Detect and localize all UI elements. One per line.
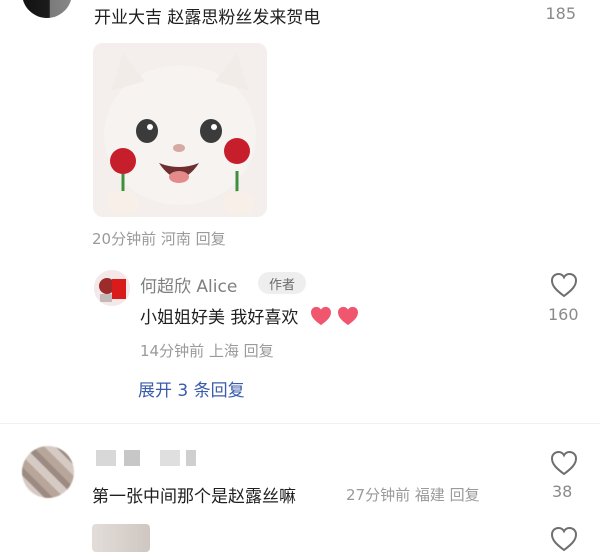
comment-text: 开业大吉 赵露思粉丝发来贺电 [94,8,321,28]
expand-replies-link[interactable]: 展开 3 条回复 [138,376,245,401]
reply-text-body: 小姐姐好美 我好喜欢 [140,308,299,328]
divider [0,423,600,424]
reply-text: 小姐姐好美 我好喜欢 [140,303,359,331]
commenter-avatar[interactable] [22,0,72,18]
commenter-avatar[interactable] [92,524,150,552]
like-heart-icon[interactable] [550,272,578,298]
comment-meta: 20分钟前 河南 回复 [92,230,226,248]
like-count: 160 [548,305,579,324]
heart-emoji-icon [310,306,332,331]
commenter-avatar[interactable] [22,446,74,498]
reply-author-name[interactable]: 何超欣 Alice [140,272,237,297]
like-heart-icon[interactable] [550,526,578,552]
like-count: 38 [552,482,573,501]
like-heart-icon[interactable] [550,450,578,476]
commenter-name-redacted[interactable] [96,450,196,466]
author-badge: 作者 [258,272,306,294]
comment-meta: 27分钟前 福建 回复 [346,486,480,504]
comment-text: 第一张中间那个是赵露丝嘛 [92,487,296,507]
heart-emoji-icon [337,306,359,331]
reply-meta: 14分钟前 上海 回复 [140,342,274,360]
reply-avatar[interactable] [94,270,130,306]
sticker-image[interactable] [93,43,267,217]
like-count: 185 [545,4,576,23]
